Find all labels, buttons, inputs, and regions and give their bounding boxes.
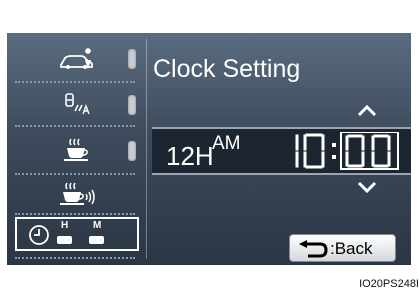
auto-headlight-icon bbox=[65, 93, 90, 115]
back-button-label: :Back bbox=[330, 239, 373, 258]
sidebar-item-coffee-sound[interactable] bbox=[7, 175, 147, 213]
time-digits bbox=[295, 132, 399, 170]
sidebar: H M bbox=[7, 33, 147, 265]
sidebar-item-coffee-cup[interactable] bbox=[7, 131, 147, 169]
chevron-down-icon[interactable] bbox=[356, 181, 378, 195]
page-title: Clock Setting bbox=[153, 55, 301, 83]
minute-digit bbox=[345, 134, 365, 168]
hour-label: H bbox=[61, 220, 69, 231]
divider bbox=[15, 81, 135, 83]
colon-dot bbox=[332, 155, 336, 159]
sidebar-item-auto-headlight[interactable] bbox=[7, 85, 147, 123]
hour-button-icon[interactable] bbox=[57, 236, 72, 244]
indicator-light bbox=[128, 49, 136, 69]
coffee-cup-icon bbox=[64, 138, 88, 161]
sidebar-item-car-lights[interactable] bbox=[7, 39, 147, 77]
divider bbox=[15, 125, 135, 127]
minute-label: M bbox=[93, 220, 102, 231]
time-format-label: 12H bbox=[166, 141, 214, 171]
ampm-label: AM bbox=[212, 133, 241, 154]
divider bbox=[15, 257, 135, 259]
colon-dot bbox=[332, 143, 336, 147]
indicator-light bbox=[128, 95, 136, 115]
car-lights-icon bbox=[60, 48, 93, 69]
return-arrow-icon bbox=[299, 240, 328, 258]
minute-digit bbox=[371, 134, 391, 168]
clock-icon bbox=[29, 225, 49, 245]
chevron-up-icon[interactable] bbox=[356, 103, 378, 117]
back-button[interactable]: :Back bbox=[289, 234, 396, 262]
sidebar-item-clock[interactable]: H M bbox=[15, 217, 139, 251]
coffee-cup-sound-icon bbox=[60, 182, 95, 205]
display-screen: H M Clock Setting 12H AM:Back bbox=[7, 33, 411, 265]
minute-button-icon[interactable] bbox=[89, 236, 104, 244]
image-code: IO20PS248I bbox=[359, 278, 419, 290]
indicator-light bbox=[128, 141, 136, 161]
hour-digit bbox=[303, 133, 325, 169]
divider bbox=[15, 213, 135, 215]
vertical-divider bbox=[146, 39, 147, 259]
